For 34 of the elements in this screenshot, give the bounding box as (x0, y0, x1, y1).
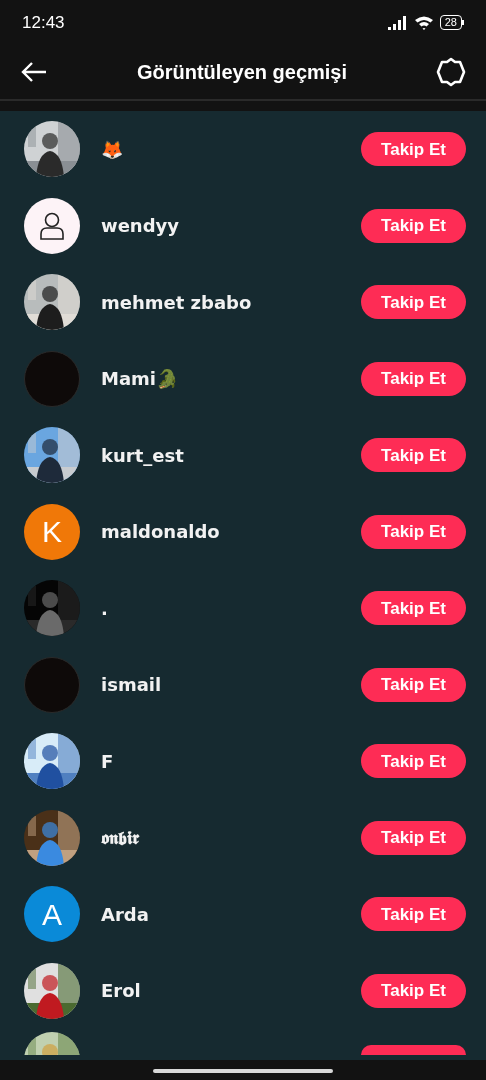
username: 𝖔𝖓𝖇𝖎𝖗 (101, 826, 141, 851)
follow-button[interactable]: Takip Et (361, 514, 466, 549)
follow-button[interactable]: Takip Et (361, 667, 466, 702)
username: Mami🐊 (101, 367, 179, 392)
page-title: Görüntüleyen geçmişi (136, 60, 348, 85)
follow-button[interactable]: Takip Et (361, 132, 466, 167)
battery-icon: 28 (439, 15, 464, 30)
follow-button[interactable]: Takip Et (361, 591, 466, 626)
username: 🦊 (101, 137, 124, 162)
username: F (101, 749, 115, 774)
username: Erol (101, 979, 142, 1004)
username: Arda (101, 902, 150, 927)
wifi-icon (413, 15, 434, 30)
username: wendyy (101, 214, 180, 239)
username: maldonaldo (101, 520, 221, 545)
follow-button[interactable]: Takip Et (361, 973, 466, 1008)
follow-button[interactable]: Takip Et (361, 285, 466, 320)
signal-icon (387, 15, 408, 30)
follow-button[interactable]: Takip Et (361, 438, 466, 473)
letter-avatar: A (24, 886, 80, 943)
username: kurt_est (101, 443, 185, 468)
follow-button[interactable]: Takip Et (361, 208, 466, 243)
settings-icon[interactable] (436, 57, 466, 87)
follow-button[interactable]: Takip Et (361, 897, 466, 932)
username: . (101, 596, 109, 621)
back-arrow-icon[interactable] (20, 61, 48, 83)
follow-button[interactable] (361, 1045, 466, 1055)
username: ismail (101, 673, 163, 698)
username: mehmet zbabo (101, 290, 253, 315)
follow-button[interactable]: Takip Et (361, 744, 466, 779)
letter-avatar: K (24, 503, 80, 560)
follow-button[interactable]: Takip Et (361, 820, 466, 855)
follow-button[interactable]: Takip Et (361, 361, 466, 396)
status-time: 12:43 (22, 11, 65, 34)
